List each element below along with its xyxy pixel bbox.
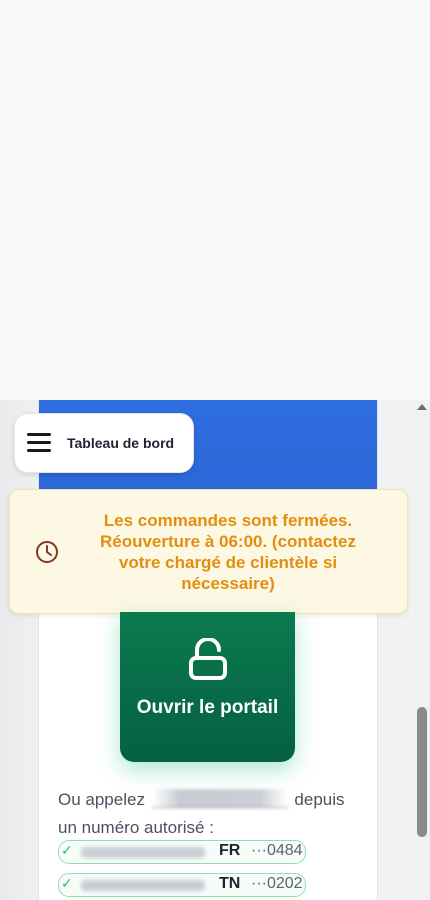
redacted-number bbox=[81, 880, 205, 891]
clock-icon bbox=[36, 541, 58, 563]
authorized-number-row: ✓ TN ···0202 bbox=[58, 873, 306, 897]
alert-message: Les commandes sont fermées. Réouverture … bbox=[99, 511, 357, 593]
vertical-scrollbar[interactable] bbox=[414, 400, 430, 900]
number-suffix: ···0202 bbox=[251, 875, 303, 892]
check-icon: ✓ bbox=[61, 842, 73, 858]
scrollbar-thumb[interactable] bbox=[417, 707, 427, 837]
authorized-number-row: ✓ FR ···0484 bbox=[58, 840, 306, 864]
check-icon: ✓ bbox=[61, 875, 73, 891]
scroll-up-arrow-icon[interactable] bbox=[417, 404, 427, 410]
orders-closed-alert: Les commandes sont fermées. Réouverture … bbox=[9, 489, 408, 614]
hamburger-menu-icon bbox=[27, 433, 51, 453]
app-viewport: Tableau de bord Les commandes sont fermé… bbox=[0, 400, 430, 900]
dashboard-nav-button[interactable]: Tableau de bord bbox=[14, 413, 194, 473]
redacted-number bbox=[81, 847, 205, 858]
page-gutter bbox=[0, 400, 38, 900]
blank-top-area bbox=[0, 0, 430, 400]
open-portal-button[interactable]: Ouvrir le portail bbox=[120, 612, 295, 762]
call-prefix: Ou appelez bbox=[58, 790, 145, 809]
unlock-icon bbox=[189, 638, 227, 680]
country-code: TN bbox=[219, 875, 241, 892]
number-suffix: ···0484 bbox=[251, 842, 303, 859]
country-code: FR bbox=[219, 842, 241, 859]
nav-label: Tableau de bord bbox=[67, 435, 175, 451]
redacted-phone-number[interactable] bbox=[152, 789, 287, 808]
portal-label: Ouvrir le portail bbox=[136, 697, 279, 718]
call-instructions: Ou appelez depuis un numéro autorisé : bbox=[58, 786, 358, 842]
